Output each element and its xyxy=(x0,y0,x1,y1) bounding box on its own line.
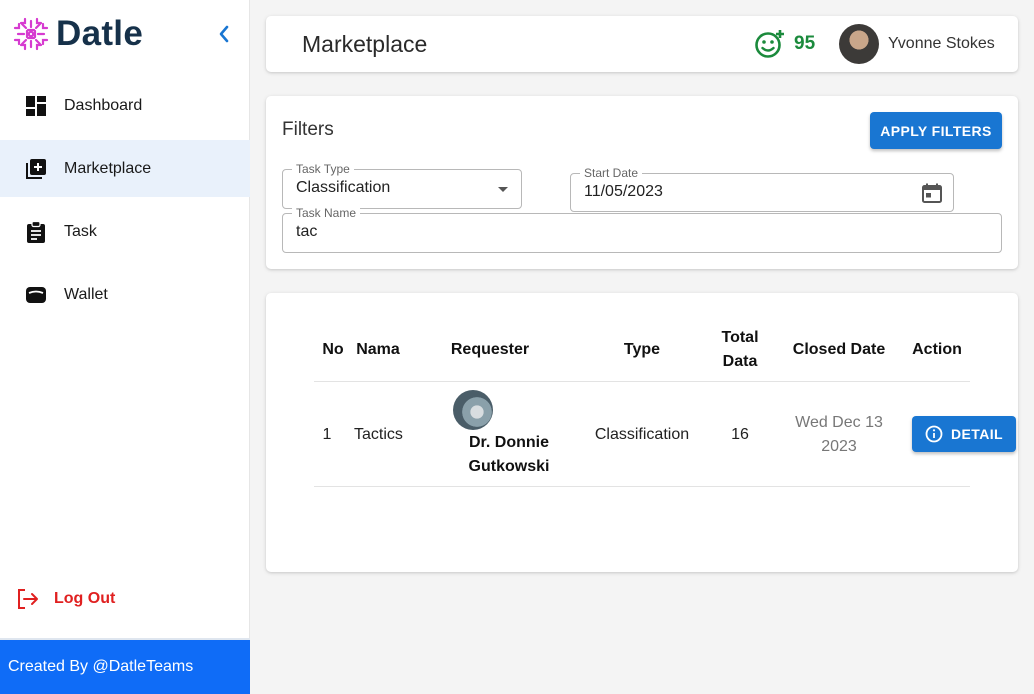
cell-no: 1 xyxy=(322,426,332,443)
start-date-label: Start Date xyxy=(580,166,643,180)
start-date-value: 11/05/2023 xyxy=(584,183,663,200)
page-title: Marketplace xyxy=(302,31,428,57)
apply-filters-button[interactable]: APPLY FILTERS xyxy=(870,112,1002,149)
col-header-total-line2: Data xyxy=(722,353,758,370)
wallet-icon xyxy=(24,283,48,307)
brand[interactable]: Datle xyxy=(12,12,143,56)
start-date-field[interactable]: Start Date 11/05/2023 xyxy=(570,166,954,212)
task-type-value: Classification xyxy=(296,179,391,196)
brand-name: Datle xyxy=(56,14,144,53)
footer-credit: Created By @DatleTeams xyxy=(0,638,250,694)
sidebar-item-label: Marketplace xyxy=(64,159,152,177)
closed-date-line1: Wed Dec 13 xyxy=(795,414,883,431)
logout-label: Log Out xyxy=(54,590,116,607)
score-value: 95 xyxy=(794,33,816,54)
sidebar: Datle Dashboard Marketplace Task Wallet … xyxy=(0,0,250,694)
brand-logo-icon xyxy=(13,17,49,51)
requester-avatar xyxy=(453,390,493,430)
col-header-requester: Requester xyxy=(450,341,530,358)
task-name-input[interactable]: tac xyxy=(296,223,870,241)
detail-button-label: DETAIL xyxy=(951,426,1003,442)
col-header-total: Total Data xyxy=(710,326,770,374)
requester-name-line2: Gutkowski xyxy=(468,458,550,475)
col-header-closed-date: Closed Date xyxy=(792,341,886,358)
user-menu[interactable]: Yvonne Stokes xyxy=(839,24,995,64)
user-name: Yvonne Stokes xyxy=(888,35,995,52)
col-header-type: Type xyxy=(623,341,661,358)
cell-closed-date: Wed Dec 13 2023 xyxy=(784,411,894,459)
task-name-label: Task Name xyxy=(292,206,361,220)
col-header-total-line1: Total xyxy=(721,329,759,346)
sidebar-item-dashboard[interactable]: Dashboard xyxy=(0,77,250,134)
sidebar-item-task[interactable]: Task xyxy=(0,203,250,260)
detail-button[interactable]: DETAIL xyxy=(912,416,1016,452)
cell-type: Classification xyxy=(594,426,690,443)
task-type-label: Task Type xyxy=(292,162,354,176)
sidebar-item-label: Dashboard xyxy=(64,96,143,114)
dropdown-caret-icon xyxy=(498,187,508,192)
calendar-icon[interactable] xyxy=(921,182,943,204)
add-box-icon xyxy=(24,157,48,181)
col-header-no: No xyxy=(322,341,344,358)
sidebar-item-marketplace[interactable]: Marketplace xyxy=(0,140,250,197)
task-name-field[interactable]: Task Name tac xyxy=(282,206,1002,253)
logout-button[interactable]: Log Out xyxy=(16,588,115,610)
requester-name-line1: Dr. Donnie xyxy=(468,434,549,451)
logout-icon xyxy=(18,589,38,609)
sidebar-item-label: Wallet xyxy=(64,285,108,303)
dashboard-icon xyxy=(24,94,48,118)
sidebar-item-wallet[interactable]: Wallet xyxy=(0,266,250,323)
cell-nama: Tactics xyxy=(354,426,403,443)
cell-requester: Dr. Donnie Gutkowski xyxy=(459,431,559,479)
user-avatar xyxy=(839,24,879,64)
tasks-table-card: No Nama Requester Type Total Data Closed… xyxy=(266,293,1018,572)
top-bar: Marketplace 95 Yvonne Stokes xyxy=(266,16,1018,72)
col-header-nama: Nama xyxy=(356,341,400,358)
smiley-plus-icon xyxy=(755,30,784,58)
row-divider xyxy=(314,486,970,487)
task-type-select[interactable]: Task Type Classification xyxy=(282,162,522,209)
collapse-sidebar-button[interactable] xyxy=(212,20,236,48)
score-badge: 95 xyxy=(754,28,815,60)
filters-title: Filters xyxy=(282,119,334,140)
closed-date-line2: 2023 xyxy=(821,438,857,455)
info-icon xyxy=(925,425,943,443)
col-header-action: Action xyxy=(912,341,962,358)
sidebar-item-label: Task xyxy=(64,222,97,240)
cell-total-data: 16 xyxy=(731,426,749,443)
sidebar-nav: Dashboard Marketplace Task Wallet xyxy=(0,77,250,329)
header-divider xyxy=(314,381,970,382)
chevron-left-icon xyxy=(219,25,229,43)
filters-panel: Filters APPLY FILTERS Task Type Classifi… xyxy=(266,96,1018,269)
clipboard-icon xyxy=(24,220,48,244)
